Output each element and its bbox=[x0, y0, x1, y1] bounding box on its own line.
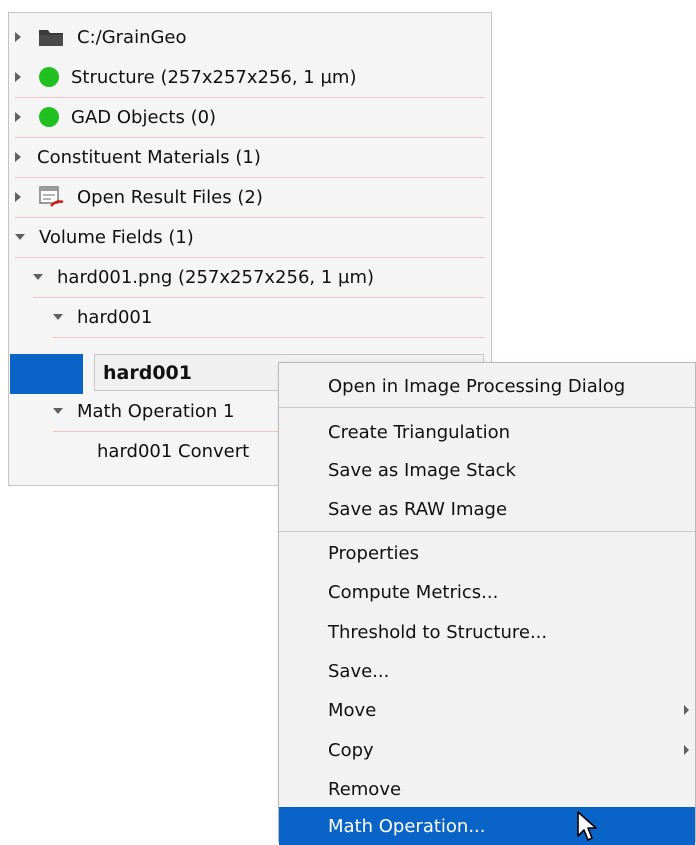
menu-item-label: Move bbox=[328, 699, 377, 721]
result-files-icon bbox=[39, 186, 64, 207]
tree-item-graingeo[interactable]: C:/GrainGeo bbox=[15, 17, 187, 57]
collapse-arrow-icon[interactable] bbox=[15, 234, 25, 240]
tree-item-label: Volume Fields (1) bbox=[39, 226, 194, 248]
menu-item-label: Threshold to Structure... bbox=[328, 621, 548, 643]
tree-item-label: C:/GrainGeo bbox=[77, 26, 187, 48]
menu-item-compute-metrics[interactable]: Compute Metrics... bbox=[279, 573, 695, 611]
folder-icon bbox=[39, 30, 63, 46]
collapse-arrow-icon[interactable] bbox=[33, 274, 43, 280]
menu-item-label: Remove bbox=[328, 778, 402, 800]
tree-item-label: GAD Objects (0) bbox=[71, 106, 217, 128]
expand-arrow-icon[interactable] bbox=[15, 72, 21, 82]
menu-item-properties[interactable]: Properties bbox=[279, 534, 695, 572]
tree-item-label: Open Result Files (2) bbox=[77, 186, 263, 208]
menu-item-move[interactable]: Move bbox=[279, 691, 695, 729]
tree-item-structure[interactable]: Structure (257x257x256, 1 µm) bbox=[15, 57, 485, 98]
tree-item-hard001-convert[interactable]: hard001 Convert bbox=[97, 431, 249, 471]
menu-item-label: Math Operation... bbox=[328, 815, 486, 837]
tree-item-label: hard001 Convert bbox=[97, 440, 250, 462]
selection-highlight bbox=[10, 354, 83, 394]
menu-separator bbox=[279, 531, 695, 532]
expand-arrow-icon[interactable] bbox=[15, 32, 21, 42]
menu-item-label: Save as Image Stack bbox=[328, 459, 516, 481]
tree-item-constituent-materials[interactable]: Constituent Materials (1) bbox=[15, 137, 485, 178]
tree-item-label: Structure (257x257x256, 1 µm) bbox=[71, 66, 357, 88]
menu-item-copy[interactable]: Copy bbox=[279, 731, 695, 769]
menu-item-save-as-image-stack[interactable]: Save as Image Stack bbox=[279, 451, 695, 489]
menu-separator bbox=[279, 407, 695, 408]
tree-item-gad-objects[interactable]: GAD Objects (0) bbox=[15, 97, 485, 138]
submenu-arrow-icon bbox=[684, 705, 689, 715]
tree-item-label: hard001 bbox=[77, 306, 153, 328]
tree-item-label: hard001 bbox=[103, 361, 192, 384]
menu-item-label: Save... bbox=[328, 660, 390, 682]
menu-item-label: Copy bbox=[328, 739, 374, 761]
tree-item-hard001-group[interactable]: hard001 bbox=[53, 297, 485, 338]
collapse-arrow-icon[interactable] bbox=[53, 408, 63, 414]
menu-item-label: Properties bbox=[328, 542, 419, 564]
menu-item-label: Open in Image Processing Dialog bbox=[328, 375, 626, 397]
menu-item-open-in-image-processing[interactable]: Open in Image Processing Dialog bbox=[279, 367, 695, 405]
mouse-cursor-icon bbox=[577, 811, 597, 841]
tree-item-open-result-files[interactable]: Open Result Files (2) bbox=[15, 177, 485, 218]
submenu-arrow-icon bbox=[684, 745, 689, 755]
tree-item-label: Constituent Materials (1) bbox=[37, 146, 261, 168]
expand-arrow-icon[interactable] bbox=[15, 112, 21, 122]
menu-item-label: Compute Metrics... bbox=[328, 581, 499, 603]
menu-item-remove[interactable]: Remove bbox=[279, 770, 695, 808]
menu-item-math-operation[interactable]: Math Operation... bbox=[279, 807, 695, 845]
expand-arrow-icon[interactable] bbox=[15, 152, 21, 162]
menu-item-label: Create Triangulation bbox=[328, 421, 511, 443]
tree-item-label: hard001.png (257x257x256, 1 µm) bbox=[57, 266, 375, 288]
tree-item-hard001-png[interactable]: hard001.png (257x257x256, 1 µm) bbox=[33, 257, 485, 298]
menu-item-create-triangulation[interactable]: Create Triangulation bbox=[279, 413, 695, 451]
menu-item-label: Save as RAW Image bbox=[328, 498, 508, 520]
collapse-arrow-icon[interactable] bbox=[53, 314, 63, 320]
menu-item-save-as-raw-image[interactable]: Save as RAW Image bbox=[279, 490, 695, 528]
tree-item-volume-fields[interactable]: Volume Fields (1) bbox=[15, 217, 485, 258]
tree-item-label: Math Operation 1 bbox=[77, 400, 235, 422]
expand-arrow-icon[interactable] bbox=[15, 192, 21, 202]
context-menu[interactable]: Open in Image Processing Dialog Create T… bbox=[278, 362, 696, 845]
green-dot-icon bbox=[39, 107, 59, 127]
menu-item-threshold-to-structure[interactable]: Threshold to Structure... bbox=[279, 613, 695, 651]
menu-item-save[interactable]: Save... bbox=[279, 652, 695, 690]
green-dot-icon bbox=[39, 67, 59, 87]
